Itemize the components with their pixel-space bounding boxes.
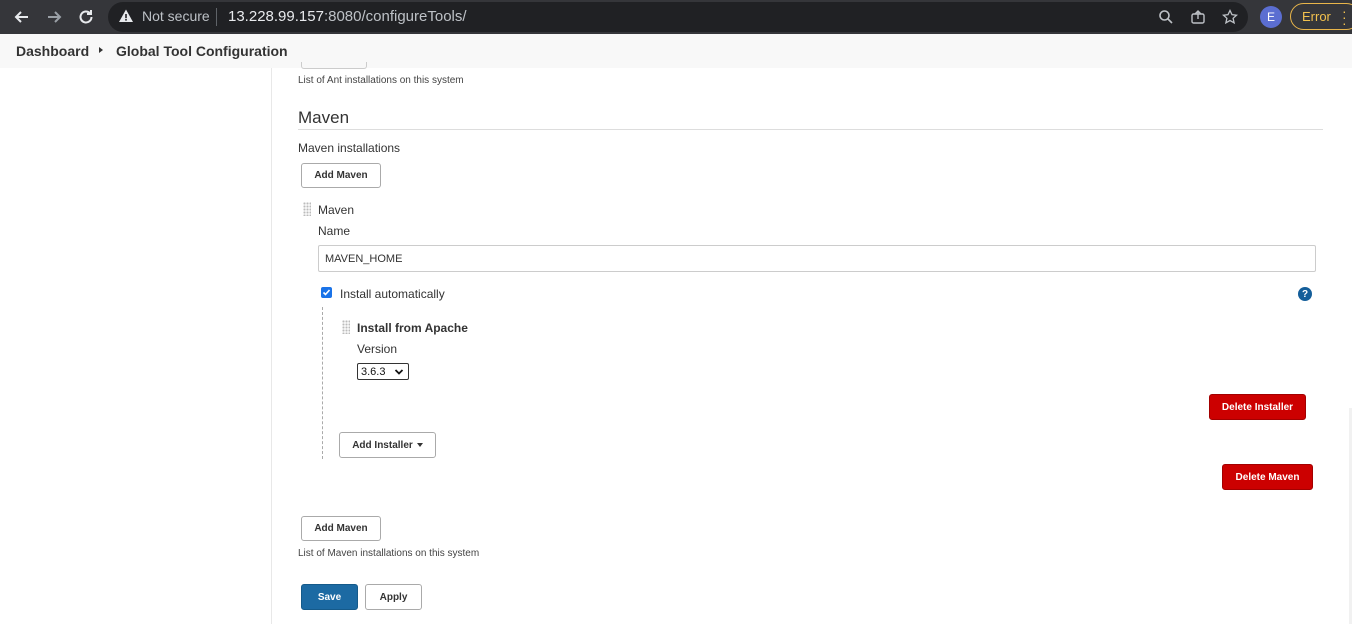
dropdown-caret-icon: [416, 443, 423, 447]
error-label: Error: [1302, 9, 1331, 24]
delete-maven-button[interactable]: Delete Maven: [1222, 464, 1313, 490]
reload-icon[interactable]: [74, 5, 98, 29]
apply-button[interactable]: Apply: [365, 584, 422, 610]
address-separator: [216, 8, 217, 26]
more-menu-icon[interactable]: · · ·: [1342, 4, 1347, 30]
version-label: Version: [357, 342, 398, 356]
ant-help-text: List of Ant installations on this system: [298, 75, 464, 86]
delete-installer-button[interactable]: Delete Installer: [1209, 394, 1306, 420]
installer-drag-handle-icon[interactable]: [342, 320, 350, 334]
maven-name-input[interactable]: MAVEN_HOME: [318, 245, 1316, 272]
maven-entry-header: Maven: [318, 203, 355, 217]
breadcrumb: Dashboard Global Tool Configuration: [0, 34, 1352, 68]
drag-handle-icon[interactable]: [303, 202, 311, 216]
back-icon[interactable]: [10, 5, 34, 29]
url-host: 13.228.99.157: [228, 8, 324, 25]
breadcrumb-chevron-icon[interactable]: [99, 47, 103, 53]
security-status[interactable]: Not secure: [142, 8, 210, 24]
help-icon[interactable]: ?: [1298, 287, 1312, 301]
version-select[interactable]: 3.6.3: [357, 363, 409, 380]
installer-nesting-line: [322, 307, 323, 459]
profile-avatar[interactable]: E: [1260, 6, 1282, 28]
bookmark-star-icon[interactable]: [1220, 7, 1240, 27]
address-bar[interactable]: Not secure 13.228.99.157:8080/configureT…: [108, 2, 1248, 32]
save-button[interactable]: Save: [301, 584, 358, 610]
zoom-icon[interactable]: [1156, 7, 1176, 27]
browser-toolbar: Not secure 13.228.99.157:8080/configureT…: [0, 0, 1352, 34]
installer-title: Install from Apache: [357, 321, 468, 335]
maven-installations-label: Maven installations: [298, 141, 401, 155]
section-divider: [298, 129, 1323, 130]
add-installer-button[interactable]: Add Installer: [339, 432, 436, 458]
breadcrumb-global-tool-configuration[interactable]: Global Tool Configuration: [116, 43, 288, 59]
breadcrumb-dashboard[interactable]: Dashboard: [16, 43, 89, 59]
url-text[interactable]: 13.228.99.157:8080/configureTools/: [228, 8, 467, 25]
add-ant-button-partial[interactable]: [301, 62, 367, 69]
forward-icon[interactable]: [42, 5, 66, 29]
maven-name-value: MAVEN_HOME: [325, 252, 403, 265]
install-automatically-checkbox[interactable]: [321, 287, 332, 298]
name-label: Name: [318, 224, 351, 238]
maven-section-title: Maven: [298, 108, 350, 127]
sidebar-divider: [271, 68, 272, 624]
share-icon[interactable]: [1188, 7, 1208, 27]
add-maven-button-bottom[interactable]: Add Maven: [301, 516, 381, 541]
add-maven-button-top[interactable]: Add Maven: [301, 163, 381, 188]
maven-help-text: List of Maven installations on this syst…: [298, 548, 480, 559]
add-installer-label: Add Installer: [352, 439, 413, 451]
warning-icon: [118, 8, 134, 29]
checkmark-icon: [322, 289, 331, 296]
version-selected-value: 3.6.3: [361, 365, 386, 378]
chevron-down-icon: [394, 369, 404, 375]
install-automatically-label[interactable]: Install automatically: [340, 287, 445, 301]
url-path: :8080/configureTools/: [323, 8, 467, 25]
